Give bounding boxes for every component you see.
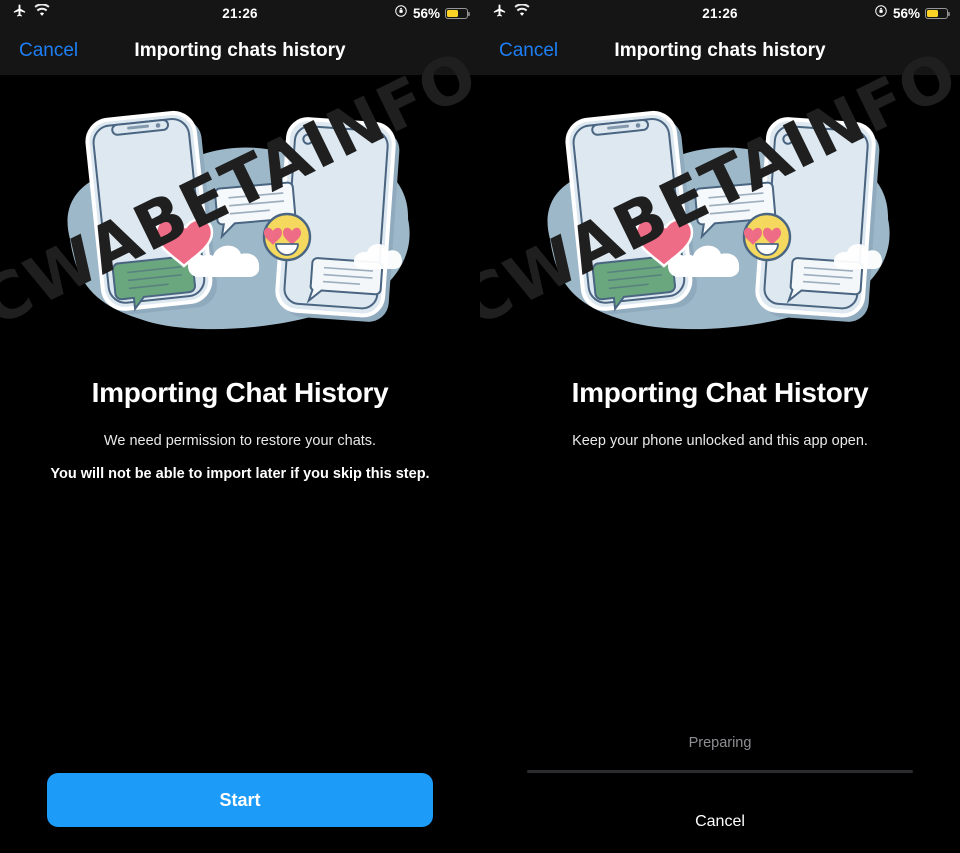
progress-bar [527,770,913,773]
battery-percent-label: 56% [412,5,440,21]
screen-importing-progress: 21:26 56% Cancel Importing chats history [480,0,960,853]
screen-permission-prompt: 21:26 56% Cancel Importing chats history [0,0,480,853]
two-phones-transfer-illustration [480,89,960,339]
screen-a-body: Importing Chat History We need permissio… [0,377,480,482]
cancel-import-button[interactable]: Cancel [695,813,745,831]
screen-b-body: Importing Chat History Keep your phone u… [480,377,960,449]
rotation-lock-icon [394,4,408,23]
progress-status-label: Preparing [688,735,752,751]
status-bar: 21:26 56% [480,0,960,26]
start-button[interactable]: Start [47,773,433,827]
battery-icon [445,7,471,19]
status-bar: 21:26 56% [0,0,480,26]
nav-bar: Cancel Importing chats history [480,26,960,75]
warning-text: You will not be able to import later if … [50,466,430,482]
page-subtitle: Keep your phone unlocked and this app op… [572,433,868,449]
nav-bar: Cancel Importing chats history [0,26,480,75]
page-subtitle: We need permission to restore your chats… [103,433,377,449]
status-bar-right: 56% [874,4,951,23]
progress-section: Preparing Cancel [480,735,960,831]
nav-cancel-button[interactable]: Cancel [0,40,78,62]
two-phones-transfer-illustration [0,89,480,339]
dual-screen-comparison: 21:26 56% Cancel Importing chats history [0,0,960,853]
page-title: Importing Chat History [91,377,389,408]
battery-icon [925,7,951,19]
rotation-lock-icon [874,4,888,23]
battery-percent-label: 56% [892,5,920,21]
nav-cancel-button[interactable]: Cancel [480,40,558,62]
page-title: Importing Chat History [571,377,869,408]
status-bar-right: 56% [394,4,471,23]
